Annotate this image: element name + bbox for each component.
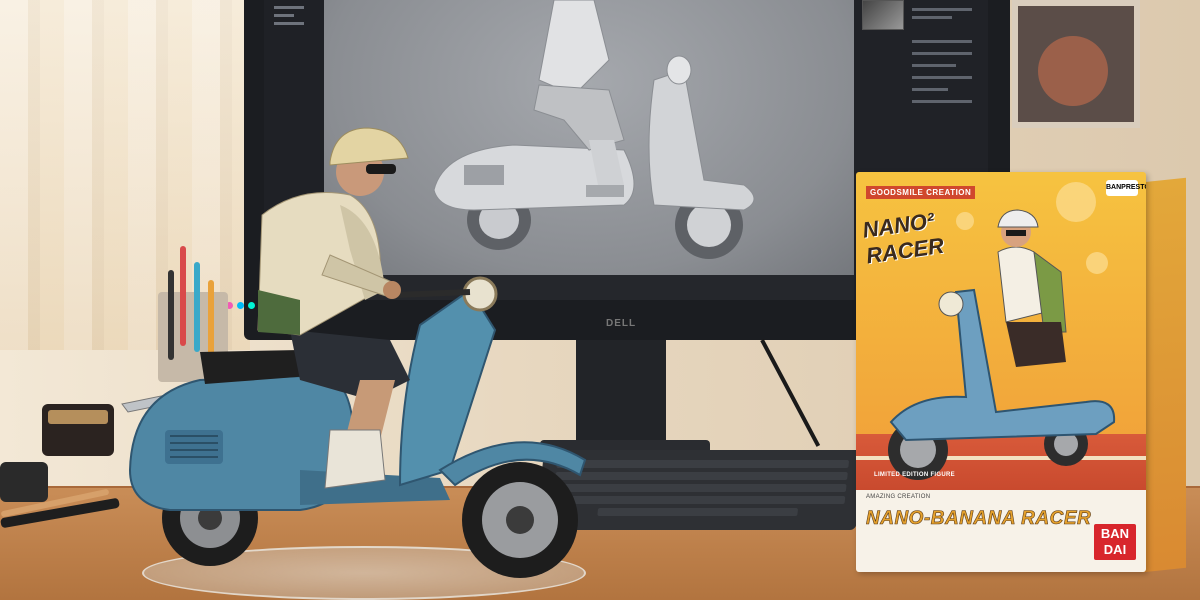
box-small-line: AMAZING CREATION <box>866 494 931 500</box>
box-illustration <box>888 209 1116 480</box>
box-side-panel <box>1142 177 1186 573</box>
bandai-logo: BAN DAI <box>1094 524 1136 560</box>
product-box: GOODSMILE CREATION BANPRESTO NANO² RACER… <box>856 172 1146 572</box>
box-product-name: NANO-BANANA RACER <box>866 508 1092 530</box>
photo-scene: DELL GOODSMILE CREATION BANPRESTO NANO² … <box>0 0 1200 600</box>
box-subtitle: LIMITED EDITION FIGURE <box>874 472 955 478</box>
front-wheel <box>462 462 578 578</box>
